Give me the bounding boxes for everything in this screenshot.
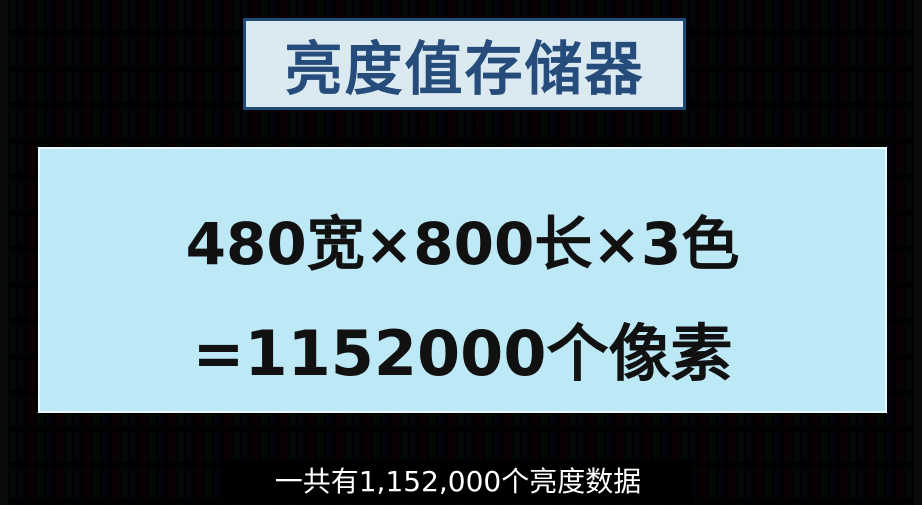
subtitle-caption: 一共有1,152,000个亮度数据 xyxy=(224,460,692,500)
title-banner: 亮度值存储器 xyxy=(243,18,686,110)
formula-line-2: =1152000个像素 xyxy=(192,317,733,390)
formula-line-1: 480宽×800长×3色 xyxy=(185,210,740,278)
title-text: 亮度值存储器 xyxy=(284,35,645,103)
right-edge-bar xyxy=(914,0,922,505)
subtitle-text: 一共有1,152,000个亮度数据 xyxy=(274,465,642,498)
left-edge-bar xyxy=(0,0,8,505)
formula-panel: 480宽×800长×3色 =1152000个像素 xyxy=(38,147,887,413)
